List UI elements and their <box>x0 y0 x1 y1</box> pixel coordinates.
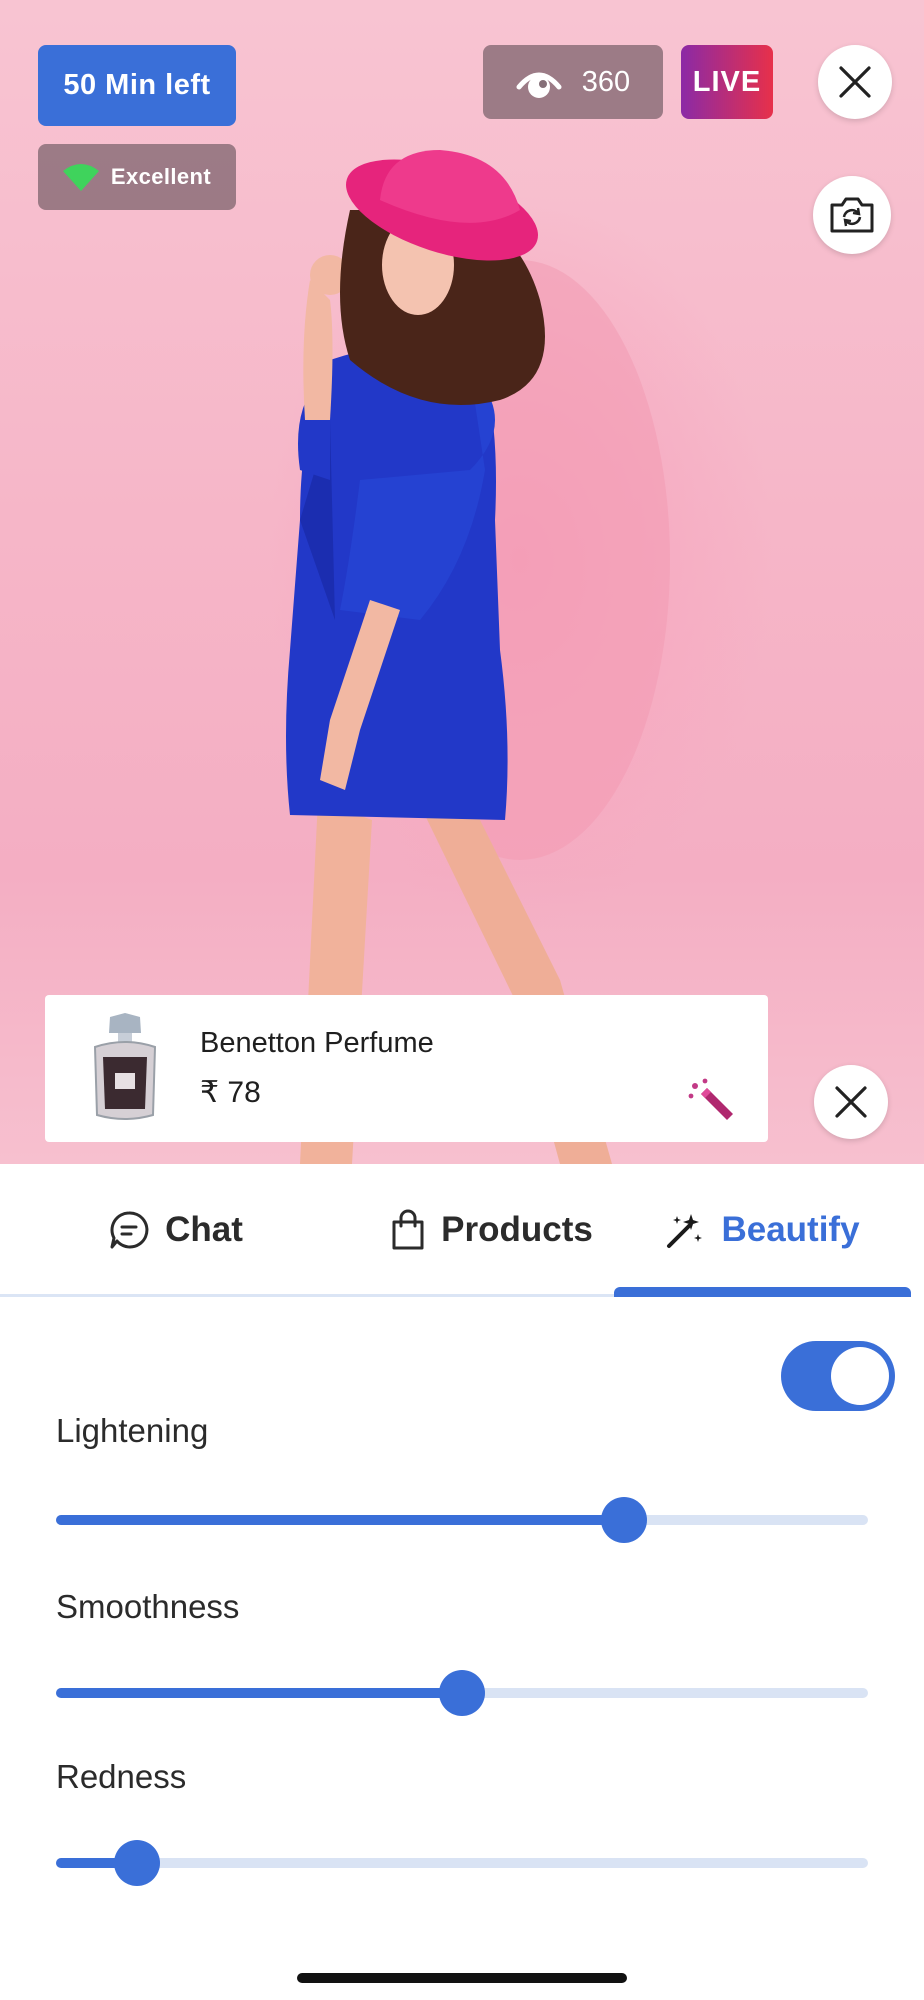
camera-switch-icon <box>830 197 874 233</box>
close-stream-button[interactable] <box>818 45 892 119</box>
magic-wand-icon[interactable] <box>687 1078 737 1128</box>
active-tab-indicator <box>614 1287 911 1297</box>
magic-wand-icon <box>667 1213 703 1248</box>
featured-product-card[interactable]: Benetton Perfume ₹ 78 <box>45 995 768 1142</box>
beautify-toggle[interactable] <box>781 1341 895 1411</box>
live-badge: LIVE <box>681 45 773 119</box>
close-icon <box>839 66 871 98</box>
perfume-bottle-image <box>93 1013 157 1120</box>
switch-camera-button[interactable] <box>813 176 891 254</box>
eye-icon <box>516 72 562 98</box>
lightening-label: Lightening <box>56 1412 209 1449</box>
tab-beautify[interactable]: Beautify <box>614 1164 911 1295</box>
bottom-panel-tabs: Chat Products Beautify <box>34 1164 911 1298</box>
redness-label: Redness <box>56 1758 187 1795</box>
product-name: Benetton Perfume <box>200 1027 434 1059</box>
home-indicator <box>297 1973 627 1983</box>
tab-chat-label: Chat <box>165 1209 243 1249</box>
redness-slider[interactable] <box>56 1840 868 1886</box>
toggle-knob <box>831 1347 889 1405</box>
wifi-signal-icon <box>62 164 99 191</box>
smoothness-slider-thumb[interactable] <box>439 1670 485 1716</box>
tab-beautify-label: Beautify <box>721 1209 860 1249</box>
smoothness-slider[interactable] <box>56 1670 868 1716</box>
shopping-bag-icon <box>392 1209 424 1249</box>
live-video-stage: 50 Min left Excellent 360 LIVE Benetton … <box>0 0 924 1164</box>
lightening-slider-thumb[interactable] <box>601 1497 648 1543</box>
connection-quality-badge: Excellent <box>38 144 236 210</box>
tab-products[interactable]: Products <box>354 1164 630 1295</box>
viewer-count-badge: 360 <box>483 45 663 119</box>
chat-bubble-icon <box>110 1210 149 1248</box>
close-product-button[interactable] <box>814 1065 888 1139</box>
smoothness-label: Smoothness <box>56 1588 240 1625</box>
lightening-slider-fill <box>56 1515 625 1525</box>
live-text: LIVE <box>692 65 762 98</box>
time-left-text: 50 Min left <box>63 69 211 101</box>
tab-chat[interactable]: Chat <box>34 1164 318 1295</box>
tab-products-label: Products <box>441 1209 593 1249</box>
viewer-count-text: 360 <box>581 65 631 98</box>
redness-slider-thumb[interactable] <box>114 1840 161 1886</box>
smoothness-slider-fill <box>56 1688 462 1698</box>
time-left-badge: 50 Min left <box>38 45 236 126</box>
product-price: ₹ 78 <box>200 1076 261 1109</box>
lightening-slider[interactable] <box>56 1497 868 1543</box>
close-icon <box>835 1086 867 1118</box>
connection-quality-text: Excellent <box>110 164 212 189</box>
